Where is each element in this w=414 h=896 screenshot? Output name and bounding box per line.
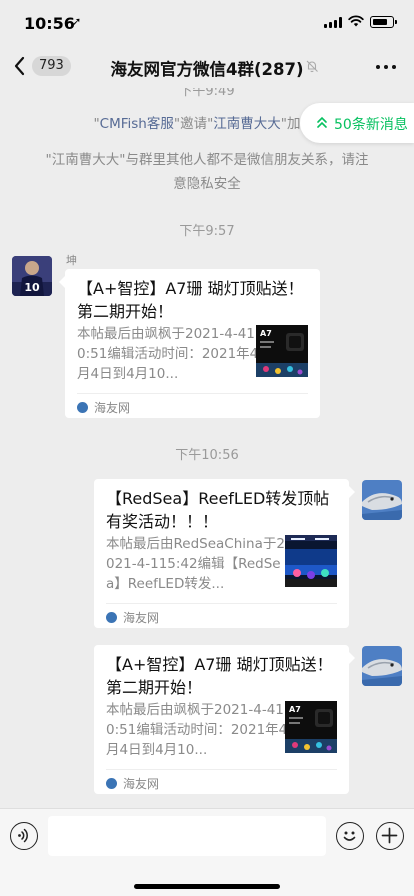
more-button[interactable] bbox=[374, 56, 398, 76]
card-source-name: 海友网 bbox=[94, 401, 131, 415]
card-thumbnail: A7 bbox=[285, 701, 337, 753]
voice-button[interactable] bbox=[10, 822, 38, 850]
card-description: 本帖最后由RedSeaChina于2021-4-115:42编辑【RedSea】… bbox=[106, 536, 285, 592]
nav-bar: 793 海友网官方微信4群(287) bbox=[0, 44, 414, 88]
timestamp: 下午9:57 bbox=[179, 224, 235, 239]
link-card[interactable]: 【A+智控】A7珊 瑚灯顶贴送！第二期开始！ 本帖最后由飒枫于2021-4-41… bbox=[94, 645, 349, 794]
source-logo-icon bbox=[106, 778, 117, 789]
card-divider bbox=[106, 769, 337, 770]
avatar-image bbox=[362, 480, 402, 520]
card-source-name: 海友网 bbox=[123, 611, 160, 625]
status-time: 10:56 bbox=[24, 14, 75, 33]
bubble-tail bbox=[349, 486, 355, 498]
timestamp-partial: 下午9:49 bbox=[179, 88, 235, 99]
chat-title[interactable]: 海友网官方微信4群(287) bbox=[0, 56, 414, 80]
cellular-signal-icon bbox=[324, 17, 342, 28]
timestamp: 下午10:56 bbox=[175, 448, 239, 463]
privacy-notice: "江南曹大大"与群里其他人都不是微信朋友关系，请注 意隐私安全 bbox=[30, 148, 384, 196]
svg-text:10: 10 bbox=[24, 281, 40, 294]
card-title: 【A+智控】A7珊 瑚灯顶贴送！第二期开始！ bbox=[106, 655, 333, 697]
sender-name: 坤 bbox=[66, 254, 77, 267]
battery-icon bbox=[370, 16, 397, 28]
avatar[interactable] bbox=[362, 480, 402, 520]
privacy-notice-line-1: "江南曹大大"与群里其他人都不是微信朋友关系，请注 bbox=[45, 152, 369, 168]
svg-text:A7: A7 bbox=[260, 329, 272, 338]
voice-icon bbox=[18, 828, 28, 843]
card-thumbnail bbox=[285, 535, 337, 587]
svg-text:A7: A7 bbox=[289, 705, 301, 714]
source-logo-icon bbox=[77, 402, 88, 413]
card-thumbnail: A7 bbox=[256, 325, 308, 377]
card-title: 【A+智控】A7珊 瑚灯顶贴送！第二期开始！ bbox=[77, 279, 304, 321]
inviter-link[interactable]: CMFish客服 bbox=[100, 116, 174, 132]
wifi-icon bbox=[348, 15, 364, 27]
double-chevron-up-icon bbox=[317, 116, 327, 128]
card-divider bbox=[106, 603, 337, 604]
card-title: 【RedSea】ReefLED转发顶帖有奖活动！！！ bbox=[106, 489, 330, 531]
location-icon: ➚ bbox=[72, 15, 82, 28]
link-card[interactable]: 【RedSea】ReefLED转发顶帖有奖活动！！！ 本帖最后由RedSeaCh… bbox=[94, 479, 349, 628]
plus-button[interactable] bbox=[376, 822, 404, 850]
avatar-image bbox=[362, 646, 402, 686]
input-bar bbox=[0, 808, 414, 896]
mute-bell-icon bbox=[306, 60, 318, 73]
plus-icon bbox=[381, 827, 398, 844]
card-description: 本帖最后由飒枫于2021-4-410:51编辑活动时间：2021年4月4日到4月… bbox=[106, 702, 288, 758]
message-input[interactable] bbox=[48, 816, 326, 856]
home-indicator[interactable] bbox=[134, 884, 280, 889]
chat-message-list[interactable]: 下午9:49 "CMFish客服"邀请"江南曹大大"加入 50条新消息 "江南曹… bbox=[0, 88, 414, 808]
card-description: 本帖最后由飒枫于2021-4-410:51编辑活动时间：2021年4月4日到4月… bbox=[77, 326, 259, 382]
avatar[interactable]: 10 bbox=[12, 256, 52, 296]
status-bar: 10:56 ➚ bbox=[0, 0, 414, 44]
avatar-image: 10 bbox=[12, 256, 52, 296]
card-source-name: 海友网 bbox=[123, 777, 160, 791]
link-card[interactable]: 【A+智控】A7珊 瑚灯顶贴送！第二期开始！ 本帖最后由飒枫于2021-4-41… bbox=[65, 269, 320, 418]
avatar[interactable] bbox=[362, 646, 402, 686]
emoji-icon bbox=[343, 831, 356, 841]
privacy-notice-line-2: 意隐私安全 bbox=[173, 176, 241, 192]
invitee-link[interactable]: 江南曹大大 bbox=[213, 116, 281, 132]
emoji-button[interactable] bbox=[336, 822, 364, 850]
system-invite-message: "CMFish客服"邀请"江南曹大大"加入 bbox=[93, 116, 314, 132]
new-messages-button[interactable]: 50条新消息 bbox=[300, 103, 414, 143]
source-logo-icon bbox=[106, 612, 117, 623]
card-divider bbox=[77, 393, 308, 394]
bubble-tail bbox=[349, 652, 355, 664]
new-messages-label: 50条新消息 bbox=[334, 117, 408, 133]
